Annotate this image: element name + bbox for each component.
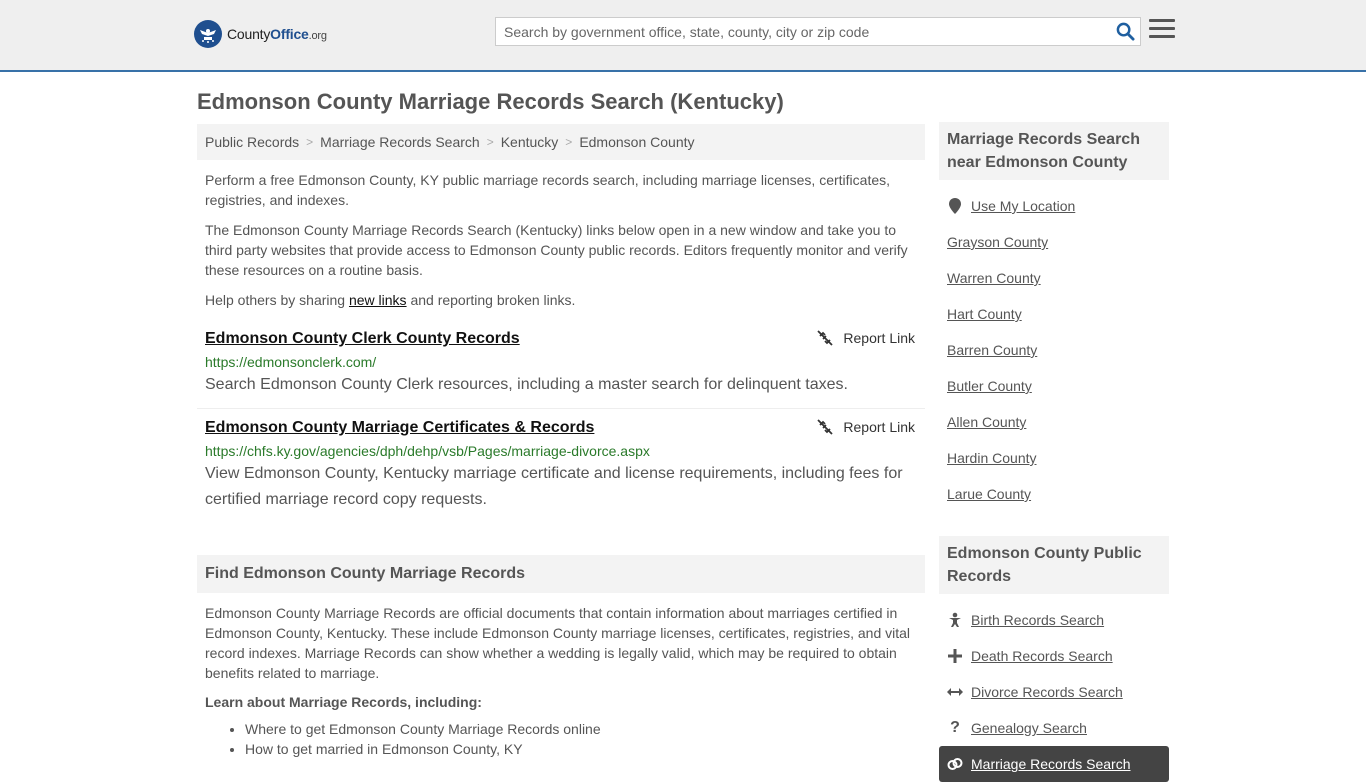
new-links-link[interactable]: new links: [349, 292, 407, 308]
county-link[interactable]: Butler County: [947, 378, 1032, 394]
sidebar-item-divorce-records[interactable]: Divorce Records Search: [947, 674, 1161, 710]
nearby-list: Use My Location Grayson County Warren Co…: [939, 188, 1169, 512]
cross-icon: [947, 649, 963, 663]
breadcrumb-public-records[interactable]: Public Records: [205, 134, 299, 150]
report-link-button[interactable]: Report Link: [817, 419, 915, 435]
sidebar-item-county[interactable]: Allen County: [947, 404, 1161, 440]
public-records-sidebar: Edmonson County Public Records Birth Rec…: [939, 536, 1169, 782]
use-location-link[interactable]: Use My Location: [971, 198, 1075, 214]
intro-paragraph: Perform a free Edmonson County, KY publi…: [205, 172, 891, 208]
rings-icon: [947, 757, 963, 771]
sidebar-item-county[interactable]: Barren County: [947, 332, 1161, 368]
birth-icon: [947, 612, 963, 628]
sidebar-item-county[interactable]: Hart County: [947, 296, 1161, 332]
county-link[interactable]: Barren County: [947, 342, 1037, 358]
find-records-heading: Find Edmonson County Marriage Records: [197, 555, 925, 593]
arrows-icon: [947, 687, 963, 697]
sidebar-item-genealogy[interactable]: ? Genealogy Search: [947, 710, 1161, 746]
learn-heading: Learn about Marriage Records, including:: [205, 694, 482, 710]
record-item: Edmonson County Marriage Certificates & …: [197, 419, 925, 513]
page-title: Edmonson County Marriage Records Search …: [197, 89, 784, 114]
breadcrumb: Public Records > Marriage Records Search…: [197, 124, 925, 160]
site-logo[interactable]: CountyOffice.org: [194, 20, 327, 48]
share-paragraph: Help others by sharing new links and rep…: [205, 292, 576, 308]
hamburger-menu-button[interactable]: [1149, 19, 1175, 43]
sidebar-item-county[interactable]: Warren County: [947, 260, 1161, 296]
question-icon: ?: [950, 719, 960, 736]
search-input[interactable]: [496, 18, 1110, 45]
search-bar: [495, 17, 1141, 46]
breadcrumb-edmonson-county[interactable]: Edmonson County: [579, 134, 694, 150]
find-records-body: Edmonson County Marriage Records are off…: [205, 605, 911, 681]
public-records-list: Birth Records Search Death Records Searc…: [939, 602, 1169, 782]
marriage-records-link[interactable]: Marriage Records Search: [971, 756, 1131, 772]
sidebar-item-county[interactable]: Butler County: [947, 368, 1161, 404]
nearby-heading: Marriage Records Search near Edmonson Co…: [939, 122, 1169, 180]
county-link[interactable]: Larue County: [947, 486, 1031, 502]
broken-link-icon: [817, 419, 834, 435]
record-title-link[interactable]: Edmonson County Clerk County Records: [205, 330, 520, 348]
search-icon: [1116, 22, 1135, 41]
sidebar-item-county[interactable]: Larue County: [947, 476, 1161, 512]
logo-text: CountyOffice.org: [227, 26, 327, 42]
record-description: Search Edmonson County Clerk resources, …: [205, 376, 848, 393]
genealogy-link[interactable]: Genealogy Search: [971, 720, 1087, 736]
public-records-heading: Edmonson County Public Records: [939, 536, 1169, 594]
record-item: Edmonson County Clerk County Records Rep…: [197, 330, 925, 398]
list-item: Where to get Edmonson County Marriage Re…: [245, 719, 925, 739]
breadcrumb-separator: >: [306, 135, 314, 149]
breadcrumb-separator: >: [486, 135, 494, 149]
disclaimer-paragraph: The Edmonson County Marriage Records Sea…: [205, 222, 908, 278]
record-description: View Edmonson County, Kentucky marriage …: [205, 465, 903, 508]
broken-link-icon: [817, 330, 834, 346]
divider: [197, 408, 925, 409]
logo-eagle-icon: [194, 20, 222, 48]
search-button[interactable]: [1110, 18, 1140, 45]
county-link[interactable]: Warren County: [947, 270, 1041, 286]
divorce-records-link[interactable]: Divorce Records Search: [971, 684, 1123, 700]
map-pin-icon: [947, 198, 963, 214]
use-location-item[interactable]: Use My Location: [947, 188, 1161, 224]
sidebar-item-marriage-records[interactable]: Marriage Records Search: [939, 746, 1169, 782]
sidebar-item-birth-records[interactable]: Birth Records Search: [947, 602, 1161, 638]
record-title-link[interactable]: Edmonson County Marriage Certificates & …: [205, 419, 594, 437]
list-item: How to get married in Edmonson County, K…: [245, 739, 925, 759]
birth-records-link[interactable]: Birth Records Search: [971, 612, 1104, 628]
breadcrumb-separator: >: [565, 135, 573, 149]
breadcrumb-kentucky[interactable]: Kentucky: [501, 134, 559, 150]
learn-list: Where to get Edmonson County Marriage Re…: [197, 719, 925, 759]
sidebar-item-death-records[interactable]: Death Records Search: [947, 638, 1161, 674]
sidebar-item-county[interactable]: Grayson County: [947, 224, 1161, 260]
county-link[interactable]: Allen County: [947, 414, 1026, 430]
county-link[interactable]: Hardin County: [947, 450, 1037, 466]
report-link-button[interactable]: Report Link: [817, 330, 915, 346]
record-url: https://edmonsonclerk.com/: [205, 354, 377, 370]
county-link[interactable]: Grayson County: [947, 234, 1048, 250]
site-header: CountyOffice.org: [0, 0, 1366, 72]
county-link[interactable]: Hart County: [947, 306, 1022, 322]
nearby-sidebar: Marriage Records Search near Edmonson Co…: [939, 122, 1169, 512]
main-content: Public Records > Marriage Records Search…: [197, 124, 925, 759]
death-records-link[interactable]: Death Records Search: [971, 648, 1113, 664]
sidebar-item-county[interactable]: Hardin County: [947, 440, 1161, 476]
record-url: https://chfs.ky.gov/agencies/dph/dehp/vs…: [205, 443, 650, 459]
breadcrumb-marriage-records[interactable]: Marriage Records Search: [320, 134, 480, 150]
